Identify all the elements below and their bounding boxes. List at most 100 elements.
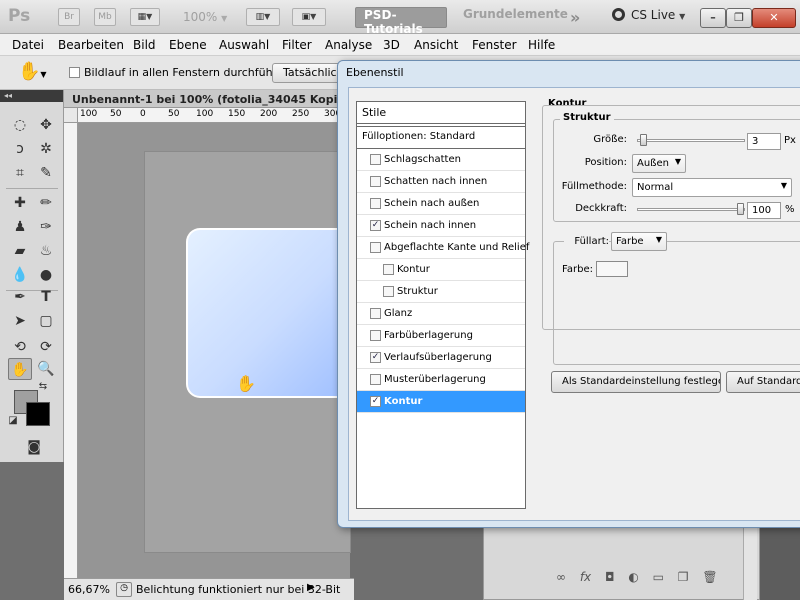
magic-wand-tool-icon[interactable]: ✲ — [34, 138, 58, 160]
toolbox-collapse-icon[interactable]: ◂◂ — [0, 90, 63, 102]
minibridge-button[interactable]: Mb — [94, 8, 116, 26]
menu-bild[interactable]: Bild — [133, 38, 156, 52]
layers-scrollbar[interactable] — [743, 525, 757, 600]
shape-tool-icon[interactable]: ▢ — [34, 310, 58, 332]
move-tool-icon[interactable]: ✥ — [34, 114, 58, 136]
style-item[interactable]: ✓ Schein nach innen — [357, 215, 525, 237]
3d-orbit-tool-icon[interactable]: ⟳ — [34, 336, 58, 358]
style-item[interactable]: Struktur — [357, 281, 525, 303]
screen-mode-icon[interactable]: ▣▼ — [292, 8, 326, 26]
crop-tool-icon[interactable]: ⌗ — [8, 162, 32, 184]
style-item-checkbox[interactable] — [383, 264, 394, 275]
quick-mask-icon[interactable]: ◙ — [22, 436, 46, 458]
style-item-checkbox[interactable] — [383, 286, 394, 297]
mask-icon[interactable]: ◘ — [605, 570, 615, 584]
style-item-checkbox[interactable]: ✓ — [370, 352, 381, 363]
trash-icon[interactable]: 🗑 — [702, 570, 717, 584]
style-item-checkbox[interactable]: ✓ — [370, 220, 381, 231]
path-selection-tool-icon[interactable]: ➤ — [8, 310, 32, 332]
background-color-swatch[interactable] — [26, 402, 50, 426]
zoom-readout[interactable]: 66,67% — [68, 583, 110, 596]
menu-ansicht[interactable]: Ansicht — [414, 38, 458, 52]
link-icon[interactable]: ∞ — [556, 570, 566, 584]
lasso-tool-icon[interactable]: ↄ — [8, 138, 32, 160]
maximize-button[interactable]: ❐ — [726, 8, 752, 28]
size-slider-thumb[interactable] — [640, 134, 648, 146]
zoom-level[interactable]: 100% ▼ — [183, 10, 227, 24]
opacity-input[interactable]: 100 — [747, 202, 781, 219]
bridge-button[interactable]: Br — [58, 8, 80, 26]
menu-fenster[interactable]: Fenster — [472, 38, 517, 52]
scroll-all-windows-checkbox[interactable] — [69, 67, 80, 78]
stroke-color-swatch[interactable] — [596, 261, 628, 277]
brush-tool-icon[interactable]: ✏ — [34, 192, 58, 214]
opacity-slider[interactable] — [637, 208, 745, 211]
blend-mode-select[interactable]: Normal ▼ — [632, 178, 792, 197]
blend-options-item[interactable]: Fülloptionen: Standard — [357, 126, 525, 149]
size-slider[interactable] — [637, 139, 745, 142]
marquee-tool-icon[interactable]: ◌ — [8, 114, 32, 136]
menu-ebene[interactable]: Ebene — [169, 38, 207, 52]
reset-default-button[interactable]: Auf Standardeinstellung zurücksetzen — [726, 371, 800, 393]
hand-tool-preset-icon[interactable]: ✋▼ — [18, 61, 47, 82]
type-tool-icon[interactable]: T — [34, 286, 58, 308]
blur-tool-icon[interactable]: 💧 — [8, 264, 32, 286]
dodge-tool-icon[interactable]: ● — [34, 264, 58, 286]
style-item-checkbox[interactable] — [370, 154, 381, 165]
style-item[interactable]: Abgeflachte Kante und Relief — [357, 237, 529, 259]
document-tab[interactable]: Unbenannt-1 bei 100% (fotolia_34045 Kopi… — [64, 90, 344, 108]
position-select[interactable]: Außen ▼ — [632, 154, 686, 173]
paint-bucket-tool-icon[interactable]: ♨ — [34, 240, 58, 262]
close-button[interactable]: ✕ — [752, 8, 796, 28]
menu-datei[interactable]: Datei — [12, 38, 44, 52]
fill-type-select[interactable]: Farbe ▼ — [611, 232, 667, 251]
style-item-checkbox[interactable] — [370, 308, 381, 319]
workspace-grundelemente[interactable]: Grundelemente — [455, 7, 576, 28]
healing-brush-tool-icon[interactable]: ✚ — [8, 192, 32, 214]
extras-menu-icon[interactable]: ▦▼ — [130, 8, 160, 26]
style-item-checkbox[interactable] — [370, 176, 381, 187]
eraser-tool-icon[interactable]: ▰ — [8, 240, 32, 262]
style-item-checkbox[interactable]: ✓ — [370, 396, 381, 407]
menu-filter[interactable]: Filter — [282, 38, 312, 52]
menu-analyse[interactable]: Analyse — [325, 38, 372, 52]
style-item[interactable]: Glanz — [357, 303, 525, 325]
style-item[interactable]: Kontur — [357, 259, 525, 281]
ruler-origin[interactable] — [64, 108, 78, 123]
make-default-button[interactable]: Als Standardeinstellung festlegen — [551, 371, 721, 393]
style-item-checkbox[interactable] — [370, 242, 381, 253]
status-menu-arrow-icon[interactable]: ▶ — [307, 582, 315, 593]
style-item[interactable]: Farbüberlagerung — [357, 325, 525, 347]
adjustment-icon[interactable]: ◐ — [628, 570, 638, 584]
default-colors-icon[interactable]: ◪ — [6, 414, 20, 428]
styles-header[interactable]: Stile — [357, 102, 525, 124]
menu-auswahl[interactable]: Auswahl — [219, 38, 269, 52]
menu-hilfe[interactable]: Hilfe — [528, 38, 555, 52]
style-item[interactable]: Schlagschatten — [357, 149, 525, 171]
3d-rotate-tool-icon[interactable]: ⟲ — [8, 336, 32, 358]
group-icon[interactable]: ▭ — [653, 570, 664, 584]
swap-colors-icon[interactable]: ⇆ — [36, 380, 50, 394]
style-item[interactable]: ✓ Verlaufsüberlagerung — [357, 347, 525, 369]
status-info-icon[interactable]: ◷ — [116, 582, 132, 597]
style-item-checkbox[interactable] — [370, 374, 381, 385]
menu-3d[interactable]: 3D — [383, 38, 400, 52]
opacity-slider-thumb[interactable] — [737, 203, 744, 215]
workspace-psd-tutorials[interactable]: PSD-Tutorials — [355, 7, 447, 36]
style-item[interactable]: ✓ Kontur — [357, 391, 525, 413]
fx-icon[interactable]: fx — [580, 570, 591, 584]
zoom-tool-icon[interactable]: 🔍 — [34, 358, 58, 380]
minimize-button[interactable]: – — [700, 8, 726, 28]
style-item[interactable]: Musterüberlagerung — [357, 369, 525, 391]
pen-tool-icon[interactable]: ✒ — [8, 286, 32, 308]
style-item-checkbox[interactable] — [370, 330, 381, 341]
more-workspaces-icon[interactable]: » — [570, 8, 580, 27]
size-input[interactable]: 3 — [747, 133, 781, 150]
new-layer-icon[interactable]: ❐ — [678, 570, 689, 584]
style-item[interactable]: Schein nach außen — [357, 193, 525, 215]
arrange-documents-icon[interactable]: ▥▼ — [246, 8, 280, 26]
history-brush-tool-icon[interactable]: ✑ — [34, 216, 58, 238]
style-item[interactable]: Schatten nach innen — [357, 171, 525, 193]
menu-bearbeiten[interactable]: Bearbeiten — [58, 38, 124, 52]
hand-tool-icon[interactable]: ✋ — [8, 358, 32, 380]
